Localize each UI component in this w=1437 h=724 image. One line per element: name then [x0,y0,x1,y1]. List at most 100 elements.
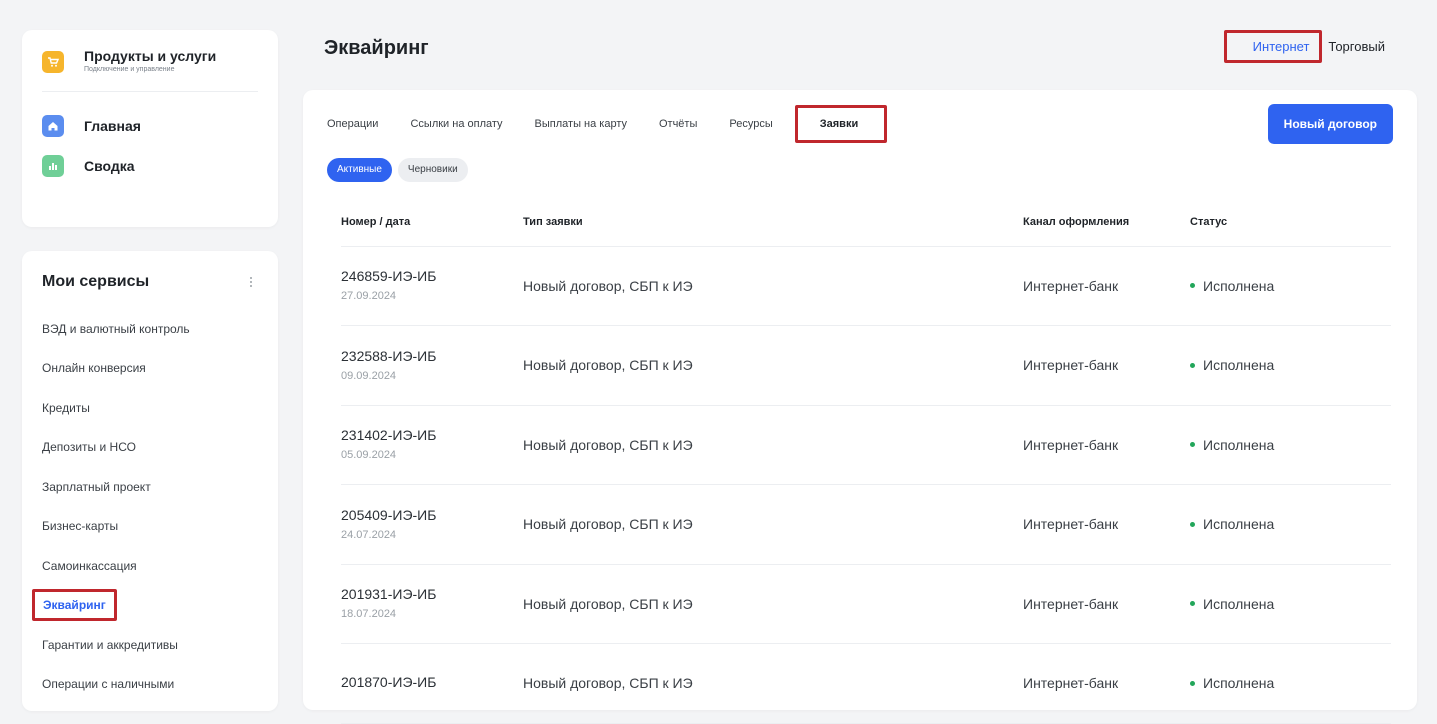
home-icon [42,115,64,137]
service-item-acquiring[interactable]: Эквайринг [32,586,258,626]
products-and-services-link[interactable]: Продукты и услуги Подключение и управлен… [42,48,258,92]
column-header-channel[interactable]: Канал оформления [1023,198,1190,247]
channel-switch: Интернет Торговый [1223,30,1387,63]
applications-table: Номер / дата Тип заявки Канал оформления… [341,198,1391,724]
service-item-self-collection[interactable]: Самоинкассация [42,546,258,586]
status-text: Исполнена [1203,277,1275,294]
tab-applications[interactable]: Заявки [794,105,888,143]
service-item-salary[interactable]: Зарплатный проект [42,467,258,507]
table-row[interactable]: 201870-ИЭ-ИБ Новый договор, СБП к ИЭ Интер… [341,643,1391,724]
application-number: 205409-ИЭ-ИБ [341,506,437,523]
table-row[interactable]: 231402-ИЭ-ИБ 05.09.2024 Новый договор, СБП… [341,405,1391,485]
application-number: 246859-ИЭ-ИБ [341,268,437,285]
products-subtitle: Подключение и управление [84,66,175,73]
cell-number: 232588-ИЭ-ИБ 09.09.2024 [341,325,523,406]
tabs: Операции Ссылки на оплату Выплаты на кар… [327,90,1393,158]
status-dot-icon [1190,601,1195,607]
tab-payment-links[interactable]: Ссылки на оплату [410,118,502,130]
cell-status: Исполнена [1190,564,1391,644]
service-item-business-cards[interactable]: Бизнес-карты [42,507,258,547]
column-header-type[interactable]: Тип заявки [523,198,1023,247]
nav-item-summary[interactable]: Сводка [42,155,258,177]
cell-number: 246859-ИЭ-ИБ 27.09.2024 [341,246,523,326]
tab-card-payouts[interactable]: Выплаты на карту [535,118,627,130]
more-vertical-icon[interactable] [244,273,258,291]
service-item-conversion[interactable]: Онлайн конверсия [42,349,258,389]
cell-type: Новый договор, СБП к ИЭ [523,564,1023,644]
cell-status: Исполнена [1190,643,1391,724]
cell-status: Исполнена [1190,246,1391,326]
cell-type: Новый договор, СБП к ИЭ [523,246,1023,326]
cell-channel: Интернет-банк [1023,325,1190,406]
cell-type: Новый договор, СБП к ИЭ [523,484,1023,565]
cell-channel: Интернет-банк [1023,484,1190,565]
cell-type: Новый договор, СБП к ИЭ [523,405,1023,485]
status-dot-icon [1190,283,1195,289]
cell-number: 205409-ИЭ-ИБ 24.07.2024 [341,484,523,565]
status-text: Исполнена [1203,516,1275,533]
application-number: 232588-ИЭ-ИБ [341,347,437,364]
sidebar: Продукты и услуги Подключение и управлен… [22,30,278,711]
service-item-cash[interactable]: Операции с наличными [42,665,258,705]
channel-internet-button[interactable]: Интернет [1223,30,1323,63]
cell-channel: Интернет-банк [1023,405,1190,485]
cell-number: 231402-ИЭ-ИБ 05.09.2024 [341,405,523,485]
service-item-deposits[interactable]: Депозиты и НСО [42,428,258,468]
application-date: 09.09.2024 [341,369,397,382]
status-text: Исполнена [1203,595,1275,612]
nav-item-home[interactable]: Главная [42,115,258,137]
service-item-credits[interactable]: Кредиты [42,388,258,428]
application-date: 05.09.2024 [341,449,397,462]
tab-reports[interactable]: Отчёты [659,118,697,130]
service-item-guarantees[interactable]: Гарантии и аккредитивы [42,625,258,665]
status-dot-icon [1190,442,1195,448]
application-number: 201931-ИЭ-ИБ [341,586,437,603]
filter-chips: Активные Черновики [327,158,1393,184]
my-services-title: Мои сервисы [42,273,150,290]
table-row[interactable]: 232588-ИЭ-ИБ 09.09.2024 Новый договор, СБП… [341,325,1391,406]
table-row[interactable]: 246859-ИЭ-ИБ 27.09.2024 Новый договор, СБП… [341,246,1391,326]
chart-icon [42,155,64,177]
products-card: Продукты и услуги Подключение и управлен… [22,30,278,227]
page-title: Эквайринг [324,37,429,59]
services-list: ВЭД и валютный контроль Онлайн конверсия… [32,309,258,705]
cell-channel: Интернет-банк [1023,246,1190,326]
application-number: 231402-ИЭ-ИБ [341,427,437,444]
status-text: Исполнена [1203,357,1275,374]
cell-type: Новый договор, СБП к ИЭ [523,325,1023,406]
service-item-ved[interactable]: ВЭД и валютный контроль [42,309,258,349]
applications-table-wrap: Номер / дата Тип заявки Канал оформления… [327,198,1393,724]
cell-number: 201931-ИЭ-ИБ 18.07.2024 [341,564,523,644]
status-text: Исполнена [1203,675,1275,692]
application-number: 201870-ИЭ-ИБ [341,673,437,690]
cell-channel: Интернет-банк [1023,564,1190,644]
products-title: Продукты и услуги [84,48,217,64]
status-dot-icon [1190,680,1195,686]
table-row[interactable]: 205409-ИЭ-ИБ 24.07.2024 Новый договор, СБП… [341,484,1391,565]
column-header-number[interactable]: Номер / дата [341,198,523,247]
filter-active-chip[interactable]: Активные [327,158,392,182]
cell-status: Исполнена [1190,484,1391,565]
status-dot-icon [1190,521,1195,527]
cell-channel: Интернет-банк [1023,643,1190,724]
cell-status: Исполнена [1190,405,1391,485]
cell-number: 201870-ИЭ-ИБ [341,643,523,724]
application-date: 18.07.2024 [341,608,397,621]
main-card: Операции Ссылки на оплату Выплаты на кар… [303,90,1417,724]
filter-drafts-chip[interactable]: Черновики [397,158,468,182]
tab-operations[interactable]: Операции [327,118,378,130]
application-date: 24.07.2024 [341,528,397,541]
cell-status: Исполнена [1190,325,1391,406]
column-header-status[interactable]: Статус [1190,198,1391,247]
my-services-card: Мои сервисы ВЭД и валютный контроль Онла… [22,251,278,711]
new-contract-button[interactable]: Новый договор [1267,104,1393,144]
application-date: 27.09.2024 [341,290,397,303]
channel-retail-button[interactable]: Торговый [1326,33,1387,60]
cell-type: Новый договор, СБП к ИЭ [523,643,1023,724]
status-dot-icon [1190,362,1195,368]
nav-item-home-label: Главная [84,118,141,134]
nav-item-summary-label: Сводка [84,158,135,174]
table-row[interactable]: 201931-ИЭ-ИБ 18.07.2024 Новый договор, СБП… [341,564,1391,644]
status-text: Исполнена [1203,436,1275,453]
tab-resources[interactable]: Ресурсы [729,118,772,130]
